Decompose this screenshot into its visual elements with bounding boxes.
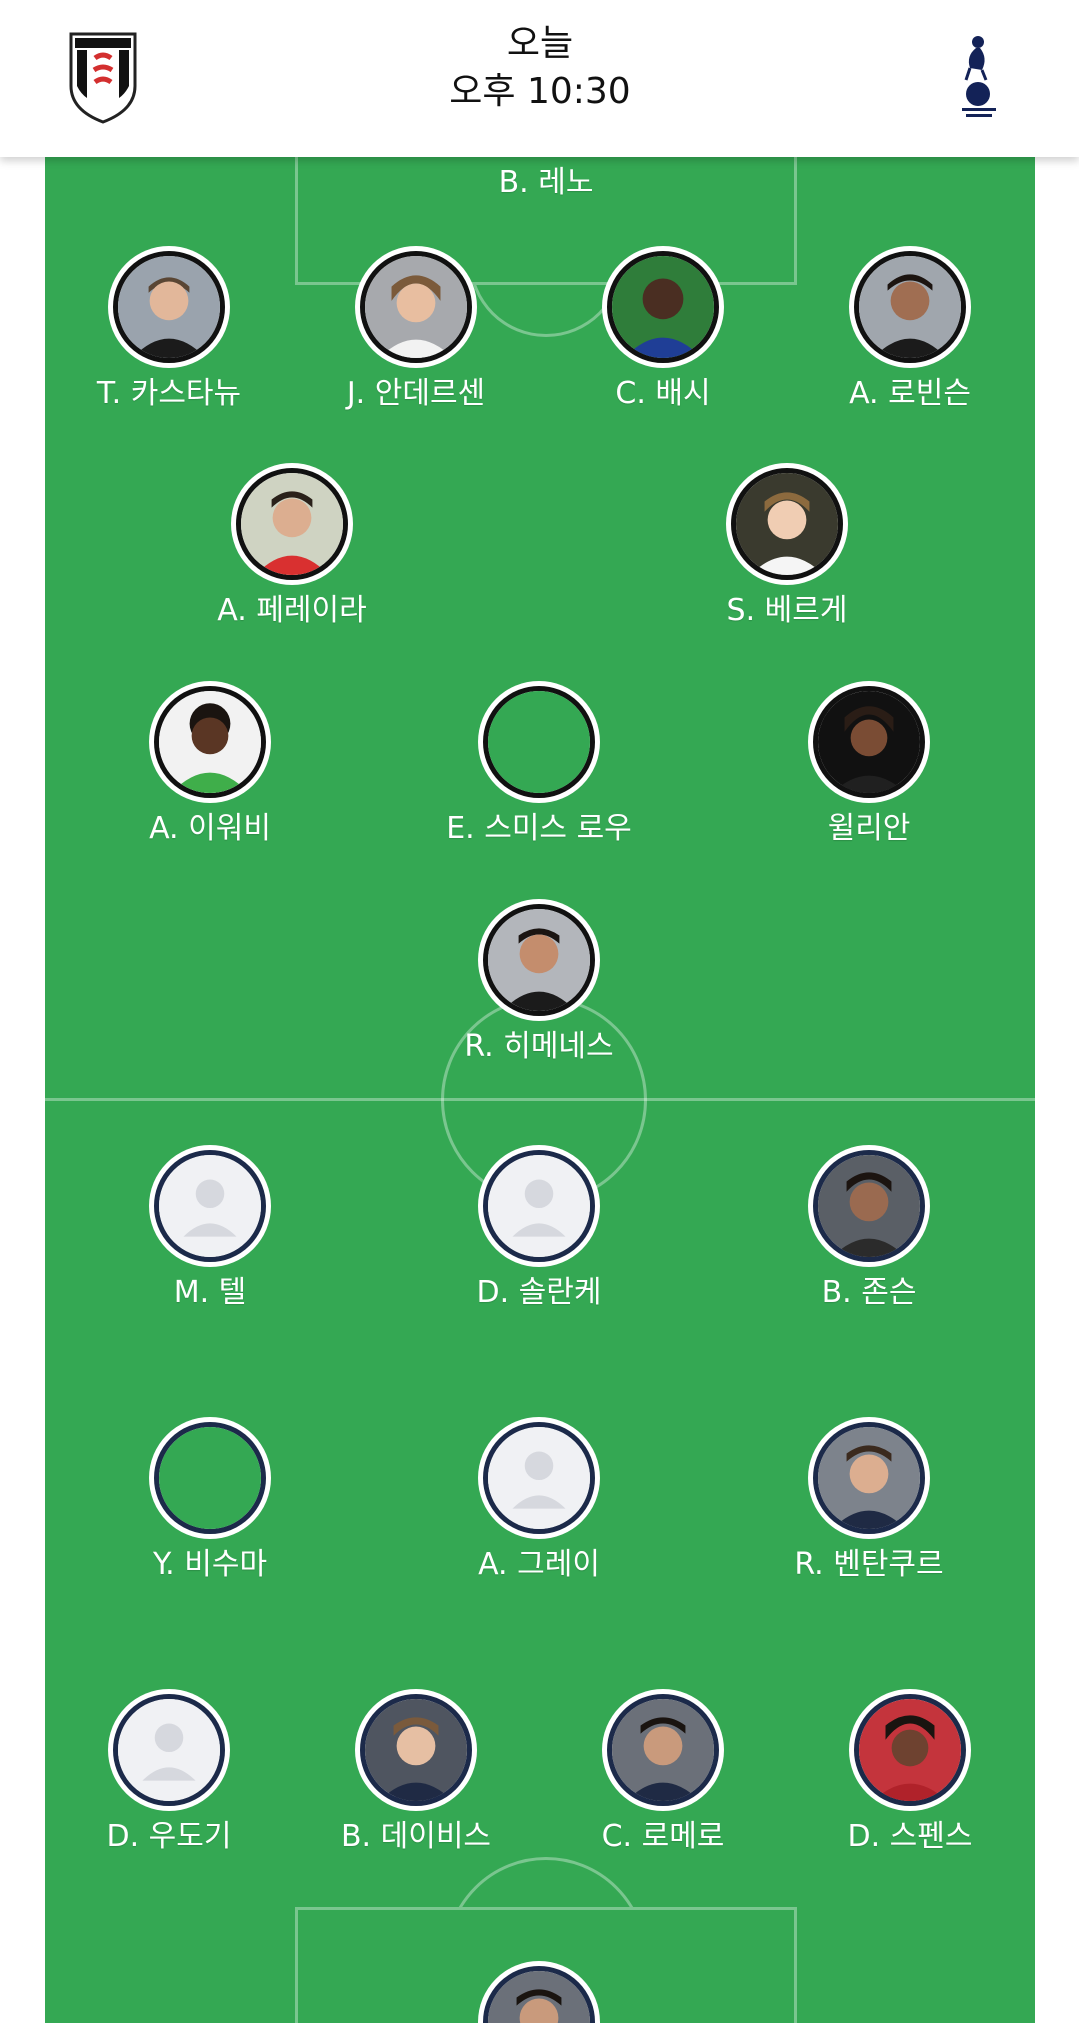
player-card[interactable]: 윌리안: [759, 681, 979, 849]
player-name: D. 솔란케: [476, 1275, 602, 1310]
player-card[interactable]: T. 카스타뉴: [59, 246, 279, 414]
player-avatar: [602, 1689, 724, 1811]
player-name: T. 카스타뉴: [96, 376, 242, 411]
player-avatar: [478, 681, 600, 803]
player-avatar: [478, 1961, 600, 2023]
player-avatar: [478, 899, 600, 1021]
player-name: R. 벤탄쿠르: [794, 1547, 944, 1582]
default-avatar-icon: [118, 1699, 220, 1801]
player-name: B. 존슨: [821, 1275, 917, 1310]
player-avatar: [108, 246, 230, 368]
player-avatar: [808, 681, 930, 803]
player-name: E. 스미스 로우: [446, 811, 632, 846]
player-card[interactable]: B. 존슨: [759, 1145, 979, 1313]
player-name: A. 페레이라: [217, 593, 367, 628]
player-name: Y. 비수마: [152, 1547, 268, 1582]
player-name: M. 텔: [173, 1275, 247, 1310]
player-card[interactable]: B. 데이비스: [306, 1689, 526, 1857]
player-avatar: [808, 1417, 930, 1539]
player-card[interactable]: D. 스펜스: [800, 1689, 1020, 1857]
player-card[interactable]: A. 이워비: [100, 681, 320, 849]
player-avatar: [149, 1145, 271, 1267]
player-name: B. 데이비스: [340, 1819, 492, 1854]
player-name: J. 안데르센: [346, 376, 486, 411]
player-avatar: [149, 1417, 271, 1539]
player-avatar: [478, 1417, 600, 1539]
player-name: A. 이워비: [149, 811, 271, 846]
player-card[interactable]: A. 페레이라: [182, 463, 402, 631]
player-card[interactable]: [429, 1961, 649, 2023]
player-card[interactable]: C. 배시: [553, 246, 773, 414]
player-card[interactable]: D. 솔란케: [429, 1145, 649, 1313]
player-card[interactable]: C. 로메로: [553, 1689, 773, 1857]
player-card[interactable]: B. 레노: [436, 157, 656, 203]
player-name: 윌리안: [827, 811, 911, 846]
default-avatar-icon: [488, 1155, 590, 1257]
match-header: 오늘 오후 10:30: [0, 0, 1079, 157]
pitch: B. 레노 T. 카스타뉴 J. 안데르센 C. 배시 A. 로빈슨 A. 페레…: [45, 157, 1035, 2023]
default-avatar-icon: [488, 1427, 590, 1529]
player-avatar: [149, 681, 271, 803]
player-card[interactable]: A. 그레이: [429, 1417, 649, 1585]
player-avatar: [726, 463, 848, 585]
player-name: C. 배시: [615, 376, 711, 411]
player-card[interactable]: A. 로빈슨: [800, 246, 1020, 414]
player-card[interactable]: M. 텔: [100, 1145, 320, 1313]
player-name: A. 로빈슨: [849, 376, 971, 411]
player-avatar: [355, 246, 477, 368]
player-card[interactable]: R. 벤탄쿠르: [759, 1417, 979, 1585]
player-card[interactable]: S. 베르게: [677, 463, 897, 631]
match-time: 오늘 오후 10:30: [340, 20, 740, 116]
player-name: D. 우도기: [106, 1819, 232, 1854]
player-name: C. 로메로: [601, 1819, 725, 1854]
player-name: D. 스펜스: [847, 1819, 973, 1854]
fulham-crest-icon[interactable]: [63, 28, 143, 124]
player-name: R. 히메네스: [464, 1029, 614, 1064]
player-name: A. 그레이: [478, 1547, 600, 1582]
player-avatar: [849, 1689, 971, 1811]
player-card[interactable]: E. 스미스 로우: [429, 681, 649, 849]
tottenham-crest-icon[interactable]: [940, 28, 1020, 124]
player-avatar: [602, 246, 724, 368]
player-card[interactable]: J. 안데르센: [306, 246, 526, 414]
player-avatar: [808, 1145, 930, 1267]
player-avatar: [355, 1689, 477, 1811]
match-kickoff-time: 오후 10:30: [449, 71, 631, 112]
player-card[interactable]: Y. 비수마: [100, 1417, 320, 1585]
player-avatar: [231, 463, 353, 585]
match-day-label: 오늘: [506, 23, 574, 64]
player-name: B. 레노: [498, 165, 594, 200]
default-avatar-icon: [159, 1155, 261, 1257]
player-name: S. 베르게: [726, 593, 848, 628]
player-avatar: [849, 246, 971, 368]
player-card[interactable]: R. 히메네스: [429, 899, 649, 1067]
player-card[interactable]: D. 우도기: [59, 1689, 279, 1857]
player-avatar: [108, 1689, 230, 1811]
player-avatar: [478, 1145, 600, 1267]
